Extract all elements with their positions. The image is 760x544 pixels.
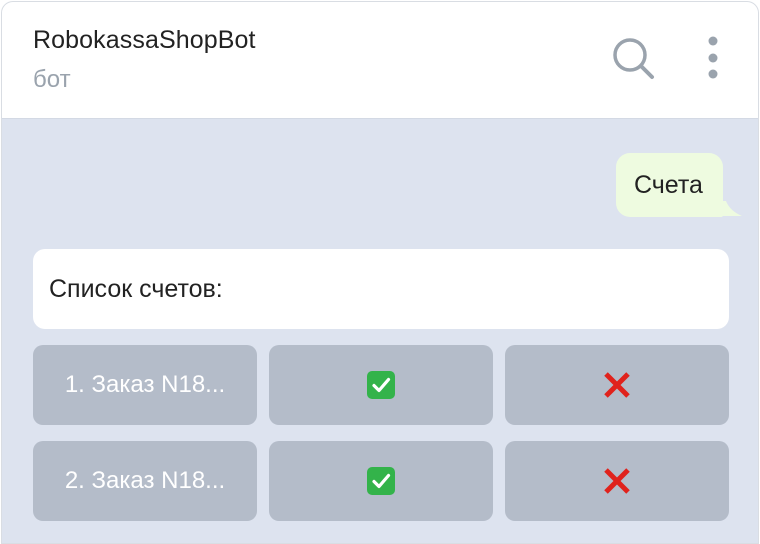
- chat-title[interactable]: RobokassaShopBot: [33, 26, 256, 55]
- incoming-message[interactable]: Список счетов:: [33, 249, 729, 329]
- check-mark-button-icon: [367, 371, 395, 399]
- order-button[interactable]: 2. Заказ N18...: [33, 441, 257, 521]
- check-mark-button-icon: [367, 467, 395, 495]
- outgoing-message[interactable]: Счета: [616, 153, 723, 217]
- inline-keyboard-row: 1. Заказ N18...: [33, 345, 729, 425]
- chat-subtitle: бот: [33, 66, 71, 93]
- order-button-label: 1. Заказ N18...: [64, 371, 226, 398]
- inline-keyboard-row: 2. Заказ N18...: [33, 441, 729, 521]
- confirm-button[interactable]: [269, 345, 493, 425]
- vertical-dots-icon: [708, 36, 718, 79]
- order-button-label: 2. Заказ N18...: [64, 467, 226, 494]
- search-button[interactable]: [606, 32, 658, 84]
- chat-window: RobokassaShopBot бот Счета Список счетов…: [1, 1, 759, 544]
- confirm-button[interactable]: [269, 441, 493, 521]
- chat-header: RobokassaShopBot бот: [2, 2, 758, 119]
- cross-mark-icon: [604, 468, 630, 494]
- cross-mark-icon: [604, 372, 630, 398]
- cancel-button[interactable]: [505, 441, 729, 521]
- search-icon: [613, 38, 654, 79]
- cancel-button[interactable]: [505, 345, 729, 425]
- more-options-button[interactable]: [694, 32, 730, 84]
- outgoing-bubble-tail: [714, 201, 742, 216]
- order-button[interactable]: 1. Заказ N18...: [33, 345, 257, 425]
